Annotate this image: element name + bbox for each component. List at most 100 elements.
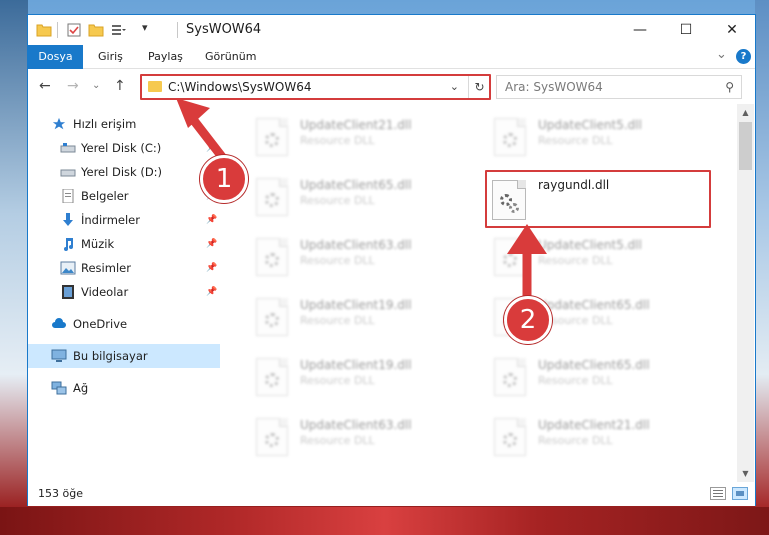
tab-home[interactable]: Giriş <box>88 45 133 69</box>
file-type: Resource DLL <box>538 374 613 387</box>
file-item[interactable]: UpdateClient65.dll Resource DLL <box>250 172 470 222</box>
pin-icon[interactable]: 📌 <box>206 287 217 297</box>
file-item[interactable]: UpdateClient21.dll Resource DLL <box>250 112 470 162</box>
ribbon-tabs: Dosya Giriş Paylaş Görünüm ⌄ ? <box>28 45 755 69</box>
back-icon[interactable]: ← <box>39 78 51 94</box>
sidebar-item-label: Bu bilgisayar <box>73 349 148 363</box>
videos-icon <box>62 285 74 299</box>
file-item[interactable]: UpdateClient63.dll Resource DLL <box>250 412 470 462</box>
customize-qa-icon[interactable] <box>110 22 126 38</box>
pin-icon[interactable]: 📌 <box>206 215 217 225</box>
dll-file-icon <box>494 418 526 456</box>
item-count: 153 öğe <box>38 487 83 500</box>
vertical-scrollbar[interactable]: ▲ ▼ <box>737 104 754 482</box>
file-item[interactable]: UpdateClient65.dll Resource DLL <box>488 352 708 402</box>
pictures-icon <box>60 261 76 275</box>
music-icon <box>64 238 73 251</box>
sidebar-item-label: Resimler <box>81 261 131 275</box>
new-folder-icon[interactable] <box>88 22 104 38</box>
up-icon[interactable]: ↑ <box>114 78 126 94</box>
file-item[interactable]: UpdateClient19.dll Resource DLL <box>250 292 470 342</box>
dll-file-icon <box>256 358 288 396</box>
tab-file[interactable]: Dosya <box>28 45 83 69</box>
tab-share[interactable]: Paylaş <box>138 45 193 69</box>
scroll-thumb[interactable] <box>739 122 752 170</box>
sidebar-item-music[interactable]: Müzik 📌 <box>28 232 220 256</box>
file-name: UpdateClient21.dll <box>300 118 412 132</box>
pin-icon[interactable]: 📌 <box>206 239 217 249</box>
desktop-background-bottom <box>0 507 769 535</box>
forward-icon[interactable]: → <box>67 78 79 94</box>
sidebar-item-network[interactable]: Ağ <box>28 376 220 400</box>
file-type: Resource DLL <box>300 434 375 447</box>
sidebar-item-this-pc[interactable]: Bu bilgisayar <box>28 344 220 368</box>
network-icon <box>51 381 67 395</box>
file-type: Resource DLL <box>300 314 375 327</box>
star-icon <box>52 117 66 130</box>
highlight-box-file <box>485 170 711 228</box>
file-type: Resource DLL <box>300 194 375 207</box>
file-name: UpdateClient19.dll <box>300 358 412 372</box>
sidebar-item-label: Ağ <box>73 381 89 395</box>
file-type: Resource DLL <box>300 134 375 147</box>
status-bar: 153 öğe <box>28 482 755 506</box>
sidebar-item-label: Hızlı erişim <box>73 117 137 131</box>
details-view-icon[interactable] <box>710 487 726 500</box>
step-badge-1: 1 <box>200 155 248 203</box>
sidebar-item-downloads[interactable]: İndirmeler 📌 <box>28 208 220 232</box>
qa-dropdown-icon[interactable]: ▾ <box>142 21 148 34</box>
properties-icon[interactable] <box>66 22 82 38</box>
file-name: UpdateClient21.dll <box>538 418 650 432</box>
explorer-window: ▾ SysWOW64 — ☐ ✕ Dosya Giriş Paylaş Görü… <box>27 14 756 506</box>
file-name: UpdateClient65.dll <box>538 358 650 372</box>
download-icon <box>63 213 73 226</box>
file-name: UpdateClient63.dll <box>300 418 412 432</box>
sidebar-item-videos[interactable]: Videolar 📌 <box>28 280 220 304</box>
sidebar-item-onedrive[interactable]: OneDrive <box>28 312 220 336</box>
window-title: SysWOW64 <box>186 22 262 37</box>
dll-file-icon <box>256 238 288 276</box>
file-name: UpdateClient5.dll <box>538 118 642 132</box>
step-badge-2: 2 <box>504 296 552 344</box>
scroll-up-icon[interactable]: ▲ <box>737 104 754 121</box>
file-list: UpdateClient21.dll Resource DLL UpdateCl… <box>220 104 737 482</box>
drive-icon <box>60 143 76 153</box>
sidebar-item-label: Yerel Disk (D:) <box>81 165 163 179</box>
dll-file-icon <box>256 418 288 456</box>
file-name: UpdateClient65.dll <box>300 178 412 192</box>
search-box[interactable]: Ara: SysWOW64 ⚲ <box>496 75 742 99</box>
ribbon-expand-icon[interactable]: ⌄ <box>716 47 727 62</box>
sidebar-item-label: Müzik <box>81 237 115 251</box>
sidebar-item-label: Videolar <box>81 285 129 299</box>
qa-separator <box>57 22 58 38</box>
maximize-button[interactable]: ☐ <box>663 15 709 45</box>
recent-locations-icon[interactable]: ⌄ <box>92 80 100 91</box>
pin-icon[interactable]: 📌 <box>206 263 217 273</box>
file-item[interactable]: UpdateClient19.dll Resource DLL <box>250 352 470 402</box>
drive-icon <box>60 169 76 177</box>
file-type: Resource DLL <box>300 374 375 387</box>
address-row: ← → ⌄ ↑ C:\Windows\SysWOW64 ⌄ ↻ Ara: Sys… <box>28 70 755 104</box>
dll-file-icon <box>494 118 526 156</box>
dll-file-icon <box>494 358 526 396</box>
scroll-down-icon[interactable]: ▼ <box>737 465 754 482</box>
search-icon[interactable]: ⚲ <box>725 80 734 94</box>
sidebar-item-label: İndirmeler <box>81 213 140 227</box>
help-icon[interactable]: ? <box>736 49 751 64</box>
file-item[interactable]: UpdateClient5.dll Resource DLL <box>488 112 708 162</box>
sidebar-item-pictures[interactable]: Resimler 📌 <box>28 256 220 280</box>
dll-file-icon <box>256 178 288 216</box>
large-icons-view-icon[interactable] <box>732 487 748 500</box>
minimize-button[interactable]: — <box>617 15 663 45</box>
file-item[interactable]: UpdateClient63.dll Resource DLL <box>250 232 470 282</box>
sidebar-item-label: Belgeler <box>81 189 129 203</box>
computer-icon <box>51 349 67 362</box>
desktop-background-right <box>755 0 769 535</box>
search-input[interactable]: Ara: SysWOW64 <box>505 80 603 94</box>
file-type: Resource DLL <box>538 434 613 447</box>
tab-view[interactable]: Görünüm <box>195 45 266 69</box>
sidebar-item-label: Yerel Disk (C:) <box>81 141 162 155</box>
close-button[interactable]: ✕ <box>709 15 755 45</box>
file-item[interactable]: UpdateClient21.dll Resource DLL <box>488 412 708 462</box>
sidebar-item-documents[interactable]: Belgeler 📌 <box>28 184 220 208</box>
